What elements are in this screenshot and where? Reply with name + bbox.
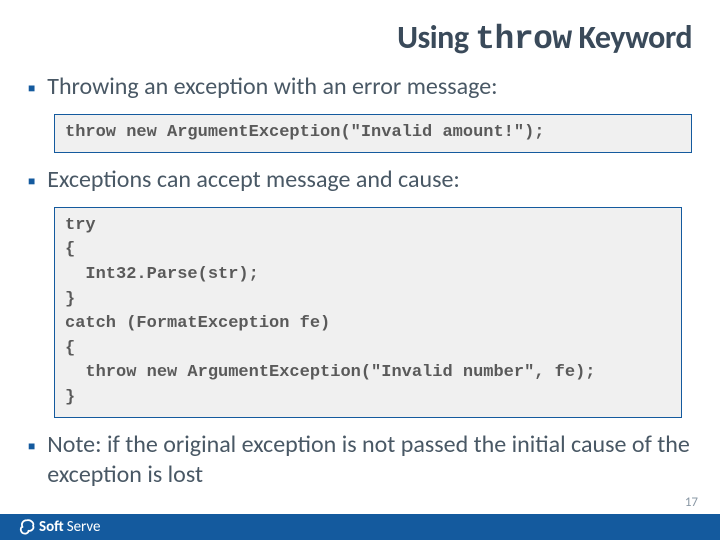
brand-logo: SoftServe: [18, 518, 101, 536]
bullet-1-text: Throwing an exception with an error mess…: [47, 72, 497, 102]
brand-text-right: Serve: [67, 518, 101, 536]
bullet-2: ■ Exceptions can accept message and caus…: [28, 165, 692, 195]
slide-title: Using throw Keyword: [28, 18, 692, 58]
brand-text-left: Soft: [39, 518, 64, 536]
footer-bar: SoftServe: [0, 514, 720, 540]
page-number: 17: [685, 495, 698, 510]
bullet-1: ■ Throwing an exception with an error me…: [28, 72, 692, 102]
bullet-marker-icon: ■: [28, 82, 35, 97]
bullet-3-text: Note: if the original exception is not p…: [47, 430, 692, 490]
bullet-marker-icon: ■: [28, 175, 35, 190]
bullet-marker-icon: ■: [28, 440, 35, 455]
slide: Using throw Keyword ■ Throwing an except…: [0, 0, 720, 540]
code-block-2: try { Int32.Parse(str); } catch (FormatE…: [54, 207, 682, 418]
code-block-1: throw new ArgumentException("Invalid amo…: [54, 114, 692, 153]
brand-swirl-icon: [18, 518, 36, 536]
title-prefix: Using: [397, 18, 475, 57]
bullet-2-text: Exceptions can accept message and cause:: [47, 165, 460, 195]
title-suffix: Keyword: [572, 18, 692, 57]
title-keyword: throw: [475, 21, 572, 58]
bullet-3: ■ Note: if the original exception is not…: [28, 430, 692, 490]
